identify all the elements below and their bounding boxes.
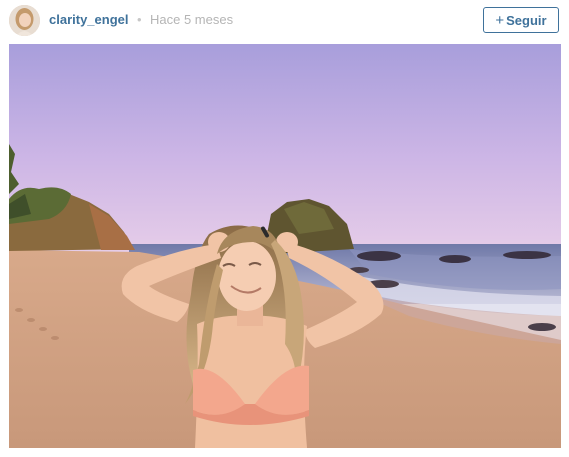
username-link[interactable]: clarity_engel bbox=[49, 11, 129, 29]
plus-icon: + bbox=[495, 11, 505, 29]
separator-dot: • bbox=[137, 12, 142, 27]
post-photo[interactable] bbox=[9, 44, 561, 448]
follow-button[interactable]: + Seguir bbox=[483, 7, 559, 33]
post-timestamp: Hace 5 meses bbox=[150, 12, 234, 27]
follow-button-label: Seguir bbox=[506, 12, 547, 28]
instagram-embed: clarity_engel • Hace 5 meses + Seguir bbox=[0, 0, 569, 457]
avatar[interactable] bbox=[9, 5, 40, 36]
post-header: clarity_engel • Hace 5 meses + Seguir bbox=[0, 0, 569, 44]
